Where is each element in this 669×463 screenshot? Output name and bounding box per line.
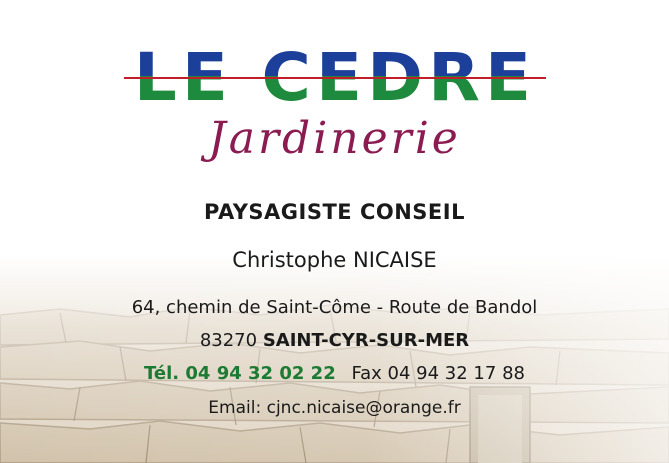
- logo: LE CEDRE LE CEDRE: [124, 39, 546, 116]
- email: Email: cjnc.nicaise@orange.fr: [208, 398, 461, 418]
- business-card: LE CEDRE LE CEDRE Jardinerie PAYSAGISTE …: [0, 0, 669, 463]
- phone-line: Tél. 04 94 32 02 22 Fax 04 94 32 17 88: [0, 363, 669, 384]
- address-street: 64, chemin de Saint-Côme - Route de Band…: [131, 297, 538, 318]
- address-city-line: 83270 SAINT-CYR-SUR-MER: [0, 330, 669, 351]
- address-city: SAINT-CYR-SUR-MER: [262, 330, 470, 351]
- stone-wall-background: [0, 255, 669, 463]
- telephone: Tél. 04 94 32 02 22: [144, 363, 336, 384]
- stone-wall-image: [0, 255, 669, 463]
- subtitle-jardinerie: Jardinerie: [208, 113, 461, 164]
- logo-red-line: [124, 77, 546, 79]
- role-title: PAYSAGISTE CONSEIL: [204, 200, 465, 224]
- person-name: Christophe NICAISE: [232, 248, 437, 272]
- fax: Fax 04 94 32 17 88: [351, 363, 525, 384]
- address-postcode: 83270: [199, 330, 258, 351]
